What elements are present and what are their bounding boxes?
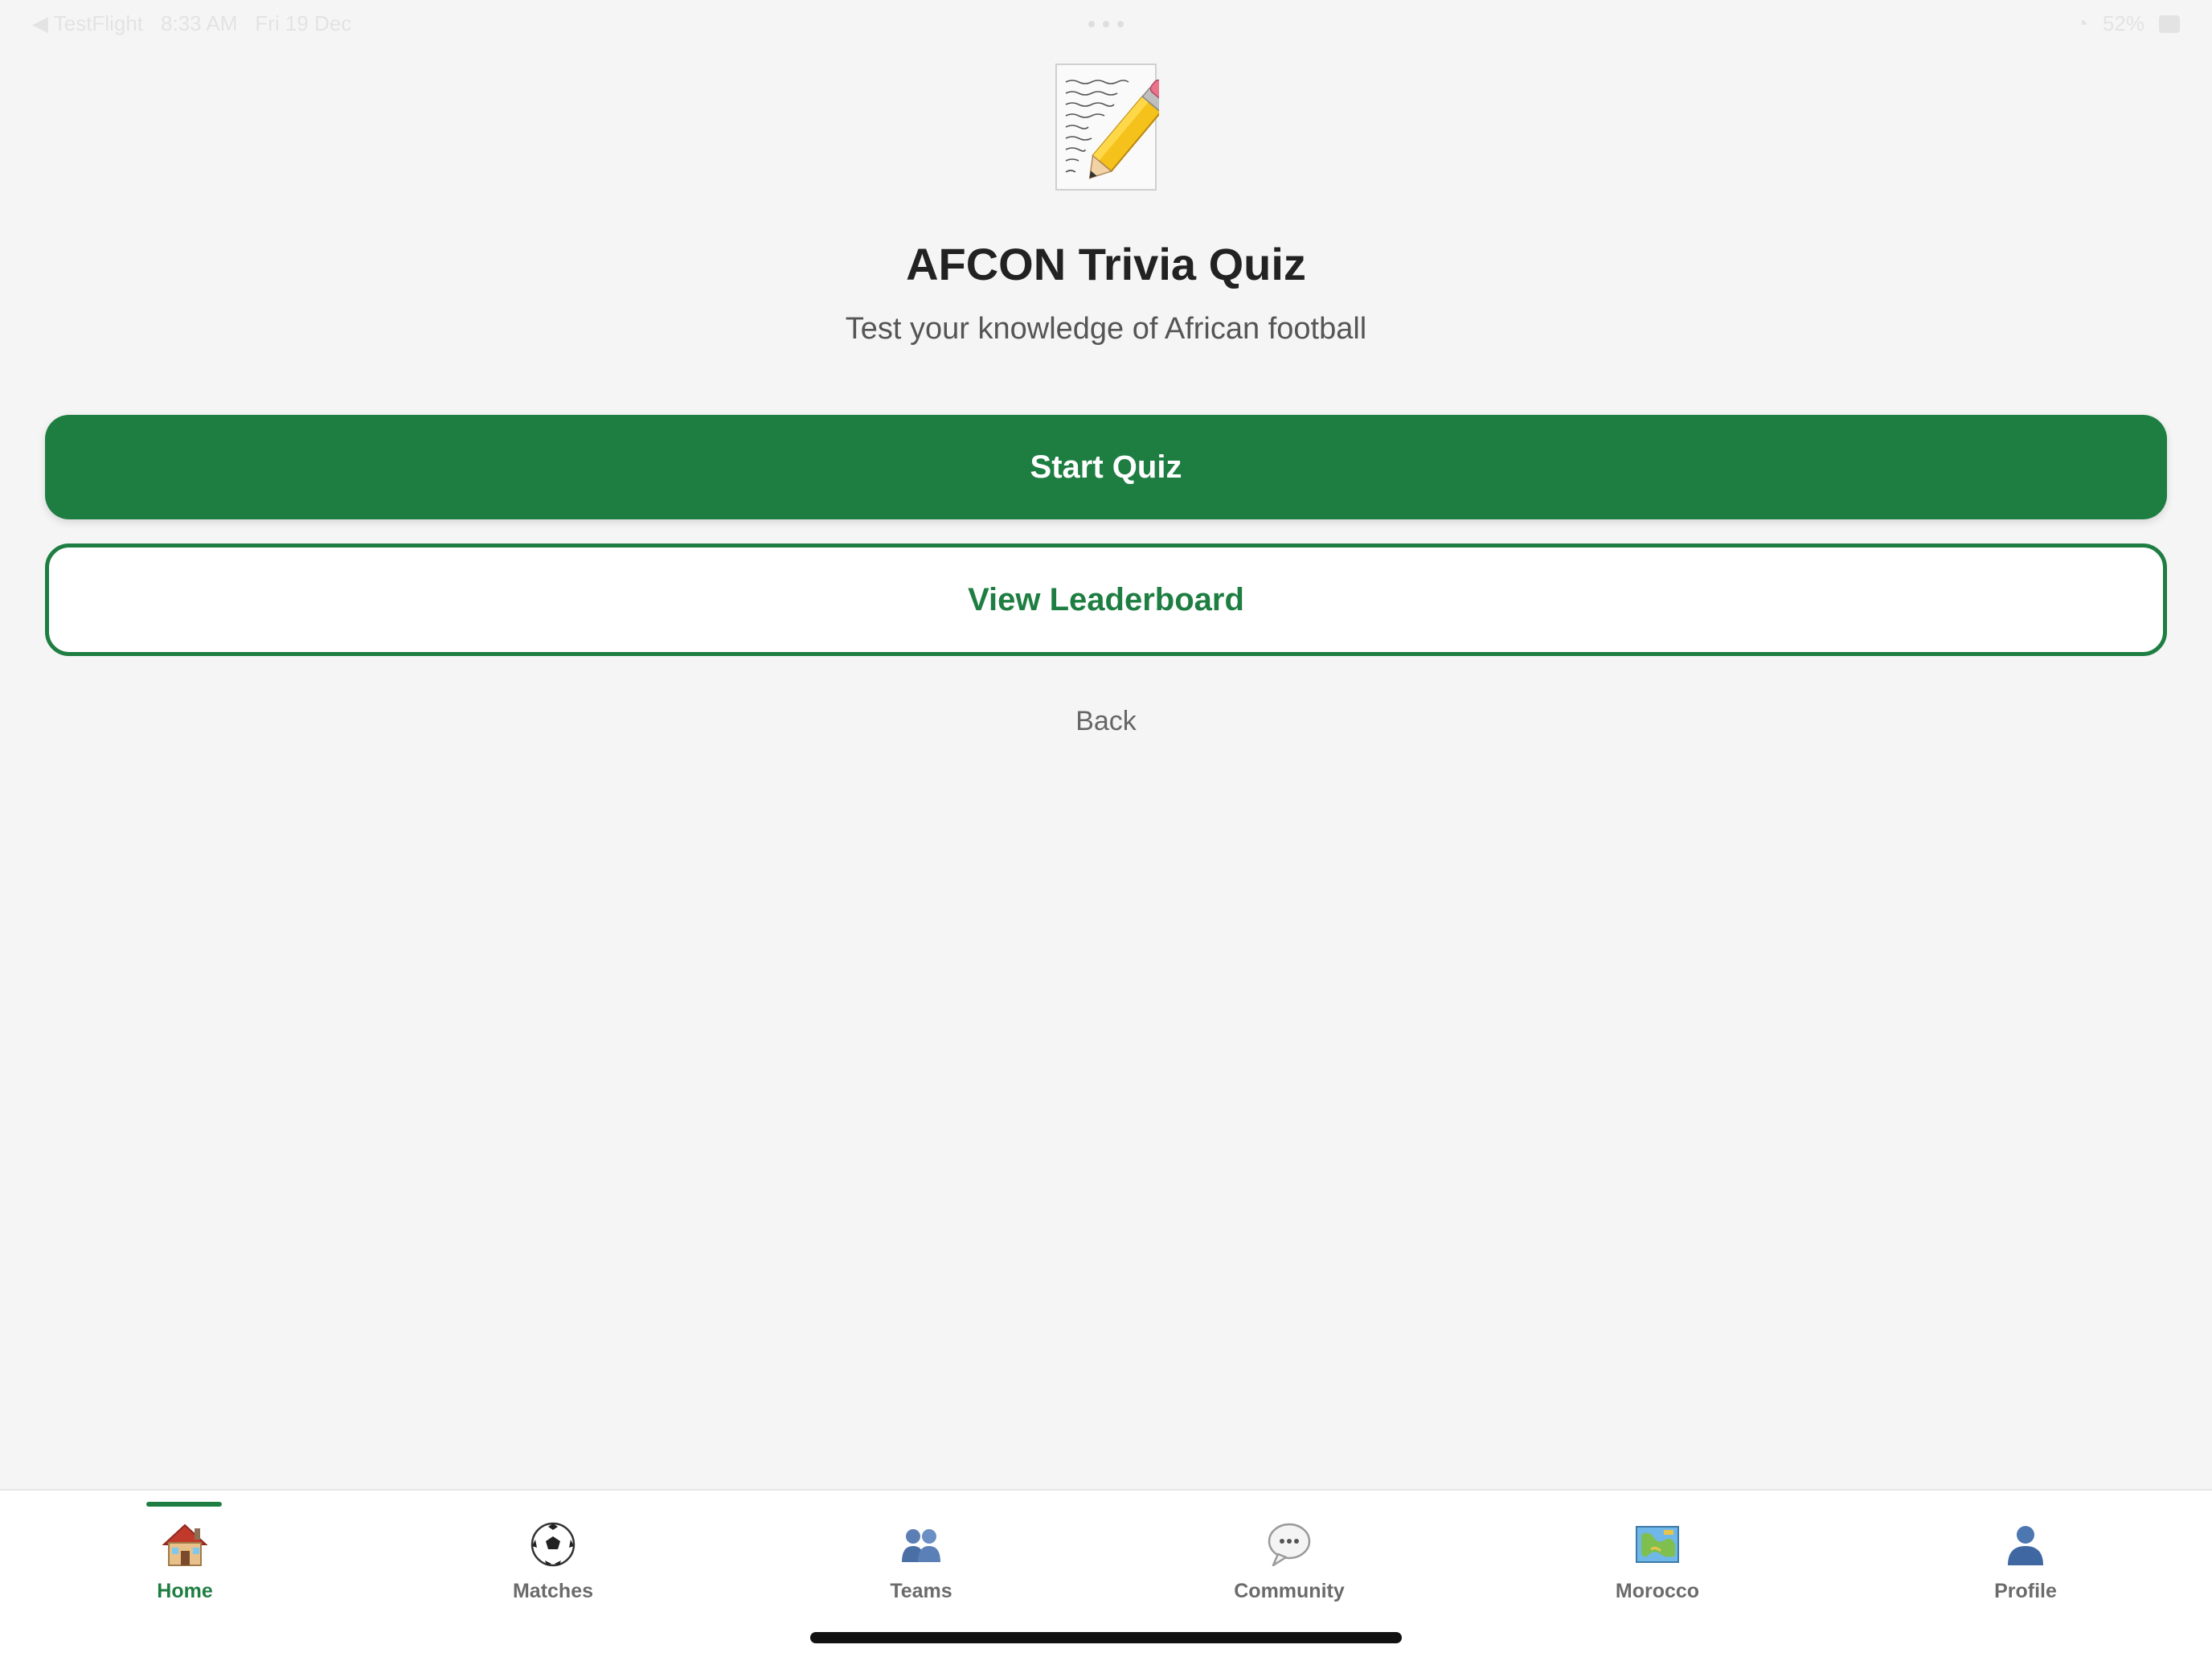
house-icon	[162, 1524, 208, 1566]
battery-icon	[2159, 14, 2180, 33]
status-left: ◀ TestFlight 8:33 AM Fri 19 Dec	[32, 11, 351, 36]
status-time: 8:33 AM	[161, 11, 238, 35]
start-quiz-button[interactable]: Start Quiz	[45, 415, 2167, 519]
tab-teams[interactable]: Teams	[736, 1491, 1106, 1619]
tab-profile[interactable]: Profile	[1841, 1491, 2210, 1619]
tab-label-teams: Teams	[890, 1579, 952, 1602]
tab-label-morocco: Morocco	[1615, 1579, 1700, 1602]
multitasking-dots[interactable]	[1088, 21, 1124, 27]
tab-label-home: Home	[157, 1579, 213, 1602]
view-leaderboard-button[interactable]: View Leaderboard	[45, 543, 2167, 656]
status-right: ◔ 52%	[2075, 11, 2180, 36]
page-title: AFCON Trivia Quiz	[906, 239, 1306, 289]
map-icon	[1636, 1525, 1679, 1563]
page-subtitle: Test your knowledge of African football	[845, 312, 1367, 346]
status-bar: ◀ TestFlight 8:33 AM Fri 19 Dec ◔ 52%	[0, 0, 2212, 51]
home-indicator[interactable]	[810, 1632, 1402, 1643]
soccer-ball-icon	[530, 1522, 576, 1566]
people-icon	[902, 1528, 940, 1562]
person-icon	[2008, 1525, 2043, 1565]
speech-bubble-icon	[1268, 1523, 1311, 1566]
back-button[interactable]: Back	[0, 706, 2212, 737]
battery-percent: 52%	[2102, 11, 2144, 35]
tab-label-matches: Matches	[512, 1579, 594, 1602]
active-tab-indicator	[146, 1502, 222, 1507]
tab-home[interactable]: Home	[0, 1491, 370, 1619]
tab-label-profile: Profile	[1994, 1579, 2057, 1602]
status-date: Fri 19 Dec	[255, 11, 352, 35]
tab-matches[interactable]: Matches	[368, 1491, 738, 1619]
wifi-icon: ◔	[2075, 11, 2088, 35]
tab-morocco[interactable]: Morocco	[1473, 1491, 1842, 1619]
tab-label-community: Community	[1234, 1579, 1345, 1602]
back-to-testflight-link[interactable]: ◀ TestFlight	[32, 11, 143, 36]
memo-pencil-icon	[1055, 64, 1159, 191]
tab-community[interactable]: Community	[1104, 1491, 1474, 1619]
